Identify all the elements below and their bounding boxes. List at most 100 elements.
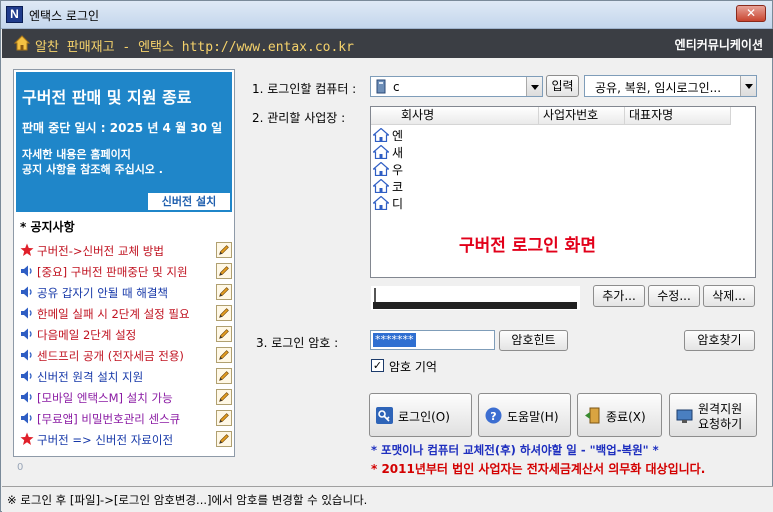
notice-item-label: 구버전 => 신버전 자료이전 [37, 433, 174, 447]
find-password-button[interactable]: 암호찾기 [684, 330, 755, 351]
notice-item-label: 다음메일 2단계 설정 [37, 328, 137, 342]
app-logo-icon: N [6, 6, 23, 23]
pencil-icon[interactable] [216, 368, 232, 384]
status-text: ※ 로그인 후 [파일]->[로그인 암호변경...]에서 암호를 변경할 수 … [7, 493, 368, 507]
notice-item-label: [무료앱] 비밀번호관리 센스큐 [37, 412, 181, 426]
notice-item[interactable]: 다음메일 2단계 설정 [18, 324, 234, 345]
column-business-number[interactable]: 사업자번호 [539, 107, 625, 125]
banner: 알찬 판매재고 - 엔택스 http://www.entax.co.kr 엔티커… [2, 29, 773, 58]
remember-password-label[interactable]: 암호 기억 [389, 358, 437, 375]
pencil-icon[interactable] [216, 242, 232, 258]
help-button[interactable]: ? 도움말(H) [478, 393, 571, 437]
window-title: 엔택스 로그인 [29, 9, 100, 23]
star-icon [20, 243, 34, 257]
notice-item[interactable]: 구버전->신버전 교체 방법 [18, 240, 234, 261]
house-icon [371, 178, 391, 194]
business-row[interactable]: 코 [371, 178, 753, 194]
svg-text:?: ? [490, 410, 496, 423]
notice-item-label: 신버전 원격 설치 지원 [37, 370, 144, 384]
computer-icon [376, 79, 386, 94]
password-label: 3. 로그인 암호 : [256, 336, 339, 350]
notice-item[interactable]: [무료앱] 비밀번호관리 센스큐 [18, 408, 234, 429]
home-icon [14, 35, 30, 51]
company-name: 엔티커뮤니케이션 [674, 38, 763, 52]
add-button[interactable]: 추가... [593, 285, 645, 307]
remember-password-checkbox[interactable]: ✓ [371, 359, 384, 372]
notice-item[interactable]: 신버전 원격 설치 지원 [18, 366, 234, 387]
password-hint-button[interactable]: 암호힌트 [499, 330, 568, 351]
speaker-icon [20, 411, 34, 425]
remote-support-button[interactable]: 원격지원 요청하기 [669, 393, 757, 437]
help-label: 도움말(H) [507, 410, 559, 424]
star-icon [20, 432, 34, 446]
exit-label: 종료(X) [606, 410, 646, 424]
notice-item-label: 센드프리 공개 (전자세금 전용) [37, 349, 184, 363]
pencil-icon[interactable] [216, 305, 232, 321]
notice-item-label: [중요] 구버전 판매중단 및 지원 [37, 265, 188, 279]
share-restore-select[interactable]: 공유, 복원, 임시로그인... [584, 75, 757, 97]
title-bar[interactable]: N 엔택스 로그인 ✕ [1, 1, 772, 29]
login-button[interactable]: 로그인(O) [369, 393, 472, 437]
business-name: 우 [392, 163, 404, 177]
pencil-icon[interactable] [216, 431, 232, 447]
pencil-icon[interactable] [216, 326, 232, 342]
screen-caption: 구버전 로그인 화면 [459, 236, 596, 256]
notice-item[interactable]: [중요] 구버전 판매중단 및 지원 [18, 261, 234, 282]
pencil-icon[interactable] [216, 389, 232, 405]
login-label: 로그인(O) [398, 410, 450, 424]
share-restore-value: 공유, 복원, 임시로그인... [595, 81, 722, 95]
notice-list: 구버전->신버전 교체 방법 [중요] 구버전 판매중단 및 지원공유 갑자기 안… [18, 240, 234, 450]
notice-item[interactable]: 센드프리 공개 (전자세금 전용) [18, 345, 234, 366]
banner-link[interactable]: 알찬 판매재고 - 엔택스 http://www.entax.co.kr [35, 36, 354, 55]
speaker-icon [20, 369, 34, 383]
speaker-icon [20, 285, 34, 299]
login-window: N 엔택스 로그인 ✕ 알찬 판매재고 - 엔택스 http://www.ent… [0, 0, 773, 512]
end-of-support-notice: 구버전 판매 및 지원 종료 판매 중단 일시 : 2025 년 4 월 30 … [16, 72, 232, 212]
notice-item-label: 공유 갑자기 안될 때 해결책 [37, 286, 169, 300]
business-row[interactable]: 디 [371, 195, 753, 211]
speaker-icon [20, 306, 34, 320]
business-name: 코 [392, 180, 404, 194]
notice-item[interactable]: 공유 갑자기 안될 때 해결책 [18, 282, 234, 303]
house-icon [371, 144, 391, 160]
notice-date: 판매 중단 일시 : 2025 년 4 월 30 일 [22, 121, 223, 135]
exit-door-icon [585, 407, 600, 424]
notice-item[interactable]: 구버전 => 신버전 자료이전 [18, 429, 234, 450]
password-value: ******* [373, 333, 416, 347]
column-company[interactable]: 회사명 [371, 107, 539, 125]
pencil-icon[interactable] [216, 284, 232, 300]
column-representative[interactable]: 대표자명 [625, 107, 731, 125]
notice-item[interactable]: [모바일 엔택스M] 설치 가능 [18, 387, 234, 408]
install-new-version-button[interactable]: 신버전 설치 [148, 193, 230, 210]
exit-button[interactable]: 종료(X) [577, 393, 662, 437]
chevron-down-icon[interactable] [526, 77, 542, 96]
chevron-down-icon[interactable] [740, 76, 756, 96]
pencil-icon[interactable] [216, 347, 232, 363]
business-number-display [371, 286, 580, 310]
business-name: 새 [392, 146, 404, 160]
computer-select[interactable]: c [370, 76, 543, 97]
speaker-icon [20, 348, 34, 362]
edit-button[interactable]: 수정... [648, 285, 700, 307]
backup-notice: * 포맷이나 컴퓨터 교체전(후) 하셔야할 일 - "백업-복원" * [371, 443, 659, 457]
close-button[interactable]: ✕ [736, 5, 766, 22]
speaker-icon [20, 264, 34, 278]
business-row[interactable]: 우 [371, 161, 753, 177]
notice-item-label: 구버전->신버전 교체 방법 [37, 244, 164, 258]
pencil-icon[interactable] [216, 410, 232, 426]
remote-support-label-2: 요청하기 [698, 417, 743, 431]
delete-button[interactable]: 삭제... [703, 285, 755, 307]
scroll-position: 0 [17, 462, 24, 473]
input-button[interactable]: 입력 [546, 75, 579, 97]
notice-item-label: 한메일 실패 시 2단계 설정 필요 [37, 307, 190, 321]
pencil-icon[interactable] [216, 263, 232, 279]
notices-heading: * 공지사항 [20, 220, 75, 234]
notice-item[interactable]: 한메일 실패 시 2단계 설정 필요 [18, 303, 234, 324]
password-input[interactable]: ******* [370, 330, 495, 350]
business-row[interactable]: 엔 [371, 127, 753, 143]
business-name: 디 [392, 197, 404, 211]
business-label: 2. 관리할 사업장 : [252, 111, 346, 125]
business-row[interactable]: 새 [371, 144, 753, 160]
remote-support-icon [676, 409, 693, 423]
computer-label: 1. 로그인할 컴퓨터 : [252, 82, 357, 96]
